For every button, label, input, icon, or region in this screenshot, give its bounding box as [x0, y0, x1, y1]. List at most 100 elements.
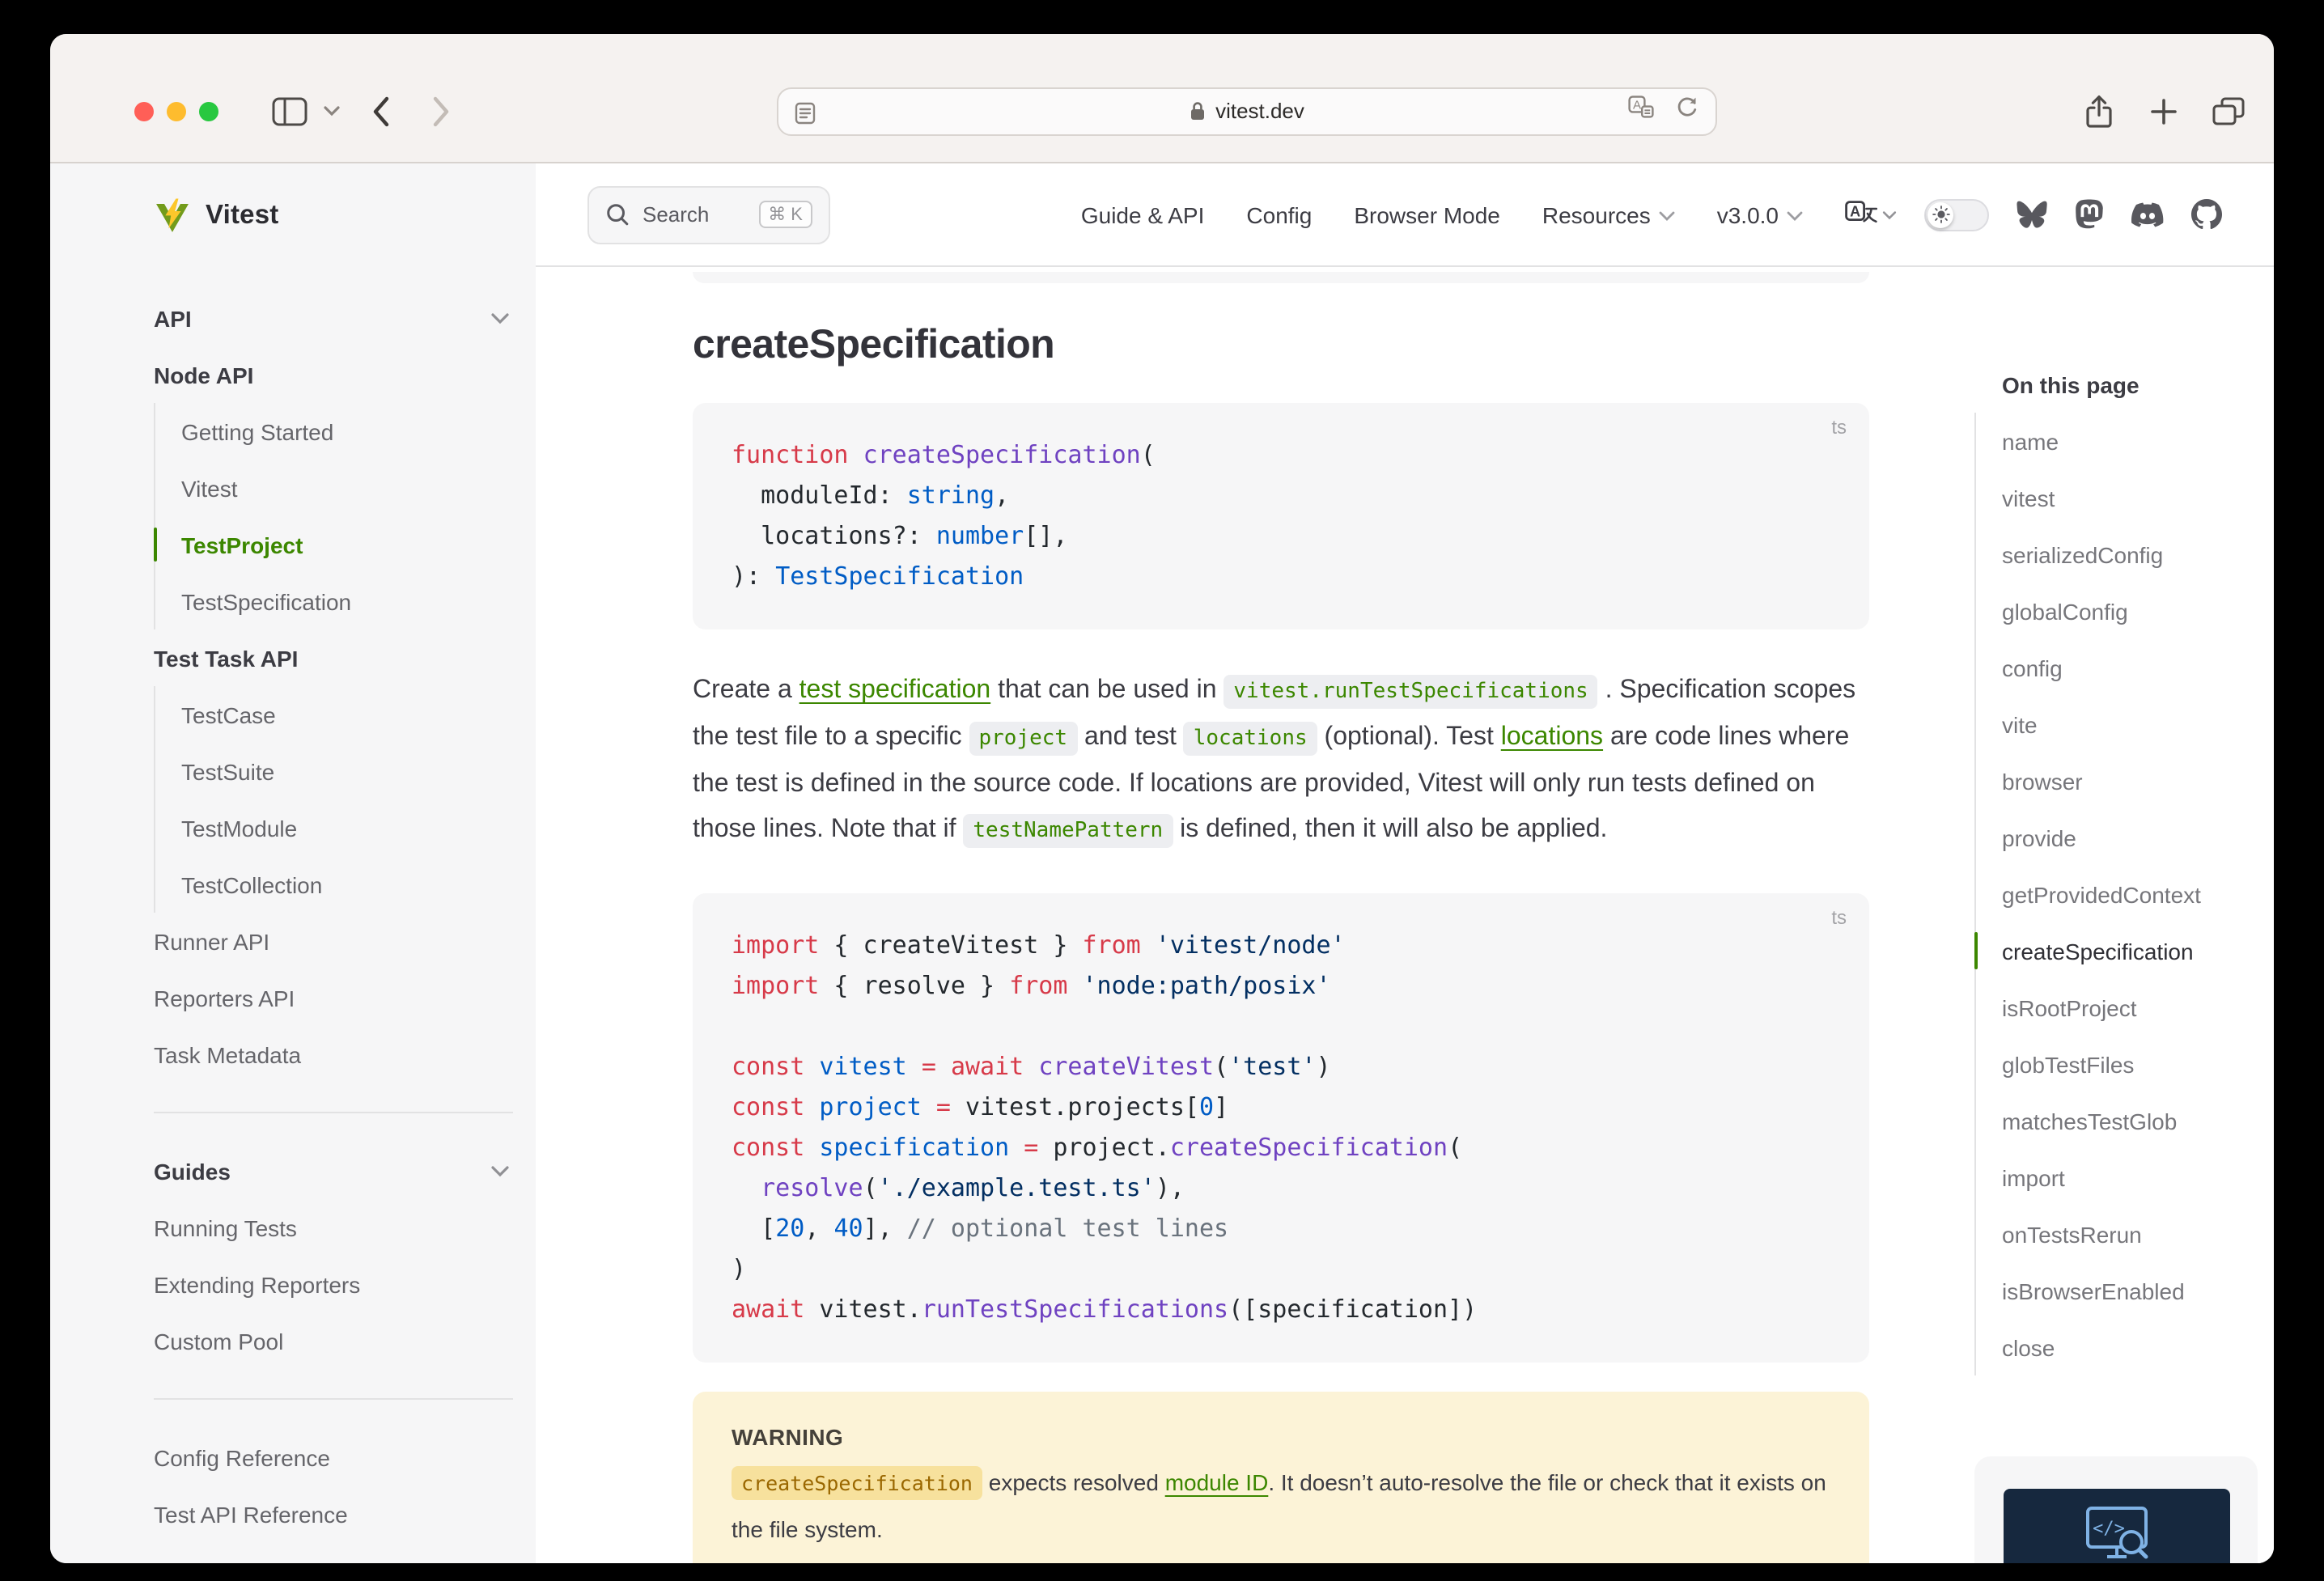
outline-link-import[interactable]: import: [2002, 1149, 2274, 1206]
sidebar-item-testsuite[interactable]: TestSuite: [181, 743, 513, 799]
nav-link-config[interactable]: Config: [1246, 201, 1312, 227]
code-token: resolve: [761, 1173, 863, 1202]
outline-link-provide[interactable]: provide: [2002, 809, 2274, 866]
code-token: './example.test.ts': [878, 1173, 1156, 1202]
inline-code-link[interactable]: testNamePattern: [963, 814, 1173, 848]
sidebar-item-reporters-api[interactable]: Reporters API: [154, 969, 513, 1026]
search-button[interactable]: Search ⌘ K: [587, 185, 830, 244]
close-window-button[interactable]: [134, 101, 154, 121]
sidebar-group-guides[interactable]: Guides: [154, 1142, 513, 1199]
outline-link-browser[interactable]: browser: [2002, 752, 2274, 809]
nav-link-browser-mode[interactable]: Browser Mode: [1354, 201, 1500, 227]
tab-overview-button[interactable]: [2206, 88, 2251, 134]
outline-link-globalconfig[interactable]: globalConfig: [2002, 583, 2274, 639]
address-bar[interactable]: vitest.dev A: [777, 87, 1717, 135]
outline-link-getprovidedcontext[interactable]: getProvidedContext: [2002, 866, 2274, 922]
translations-menu[interactable]: A: [1845, 201, 1897, 228]
code-token: [: [732, 1214, 775, 1243]
outline-link-ontestsrerun[interactable]: onTestsRerun: [2002, 1206, 2274, 1262]
inline-code-link[interactable]: locations: [1184, 722, 1317, 756]
bluesky-link[interactable]: [2017, 201, 2047, 228]
code-token: =: [922, 1052, 936, 1081]
outline-link-close[interactable]: close: [2002, 1319, 2274, 1375]
nav-dropdown-label: Resources: [1542, 201, 1651, 227]
outline-link-isbrowserenabled[interactable]: isBrowserEnabled: [2002, 1262, 2274, 1319]
reload-icon[interactable]: [1675, 95, 1699, 127]
mastodon-link[interactable]: [2075, 199, 2104, 230]
site-logo[interactable]: Vitest: [154, 163, 513, 267]
outline-link-name[interactable]: name: [2002, 413, 2274, 469]
sidebar-nested-list: TestCase TestSuite TestModule TestCollec…: [154, 686, 513, 913]
main-column: Search ⌘ K Guide & API Config Browser Mo…: [536, 163, 2274, 1563]
code-token: [936, 1052, 951, 1081]
discord-link[interactable]: [2131, 201, 2164, 227]
sponsor-card[interactable]: </>: [1974, 1456, 2258, 1563]
theme-toggle[interactable]: [1924, 198, 1989, 231]
minimize-window-button[interactable]: [167, 101, 186, 121]
code-monitor-icon: </>: [2077, 1502, 2155, 1563]
vitest-logo-icon: [154, 197, 191, 234]
inline-code: createSpecification: [732, 1466, 982, 1500]
github-link[interactable]: [2191, 199, 2222, 230]
outline-link-matchestestglob[interactable]: matchesTestGlob: [2002, 1092, 2274, 1149]
sidebar-group-api[interactable]: API: [154, 290, 513, 346]
code-token: { createVitest }: [819, 930, 1082, 960]
forward-button[interactable]: [419, 88, 464, 134]
sidebar-item-testspecification[interactable]: TestSpecification: [181, 573, 513, 629]
code-token: ],: [863, 1214, 907, 1243]
sidebar-toggle-button[interactable]: [267, 88, 312, 134]
sidebar-item-extending-reporters[interactable]: Extending Reporters: [154, 1256, 513, 1312]
inline-link[interactable]: locations: [1501, 723, 1603, 751]
sidebar-section-node-api[interactable]: Node API: [154, 346, 513, 403]
sidebar-nav: API Node API Getting Started Vitest Test…: [154, 267, 513, 1542]
inline-link[interactable]: test specification: [799, 676, 991, 704]
search-icon: [605, 202, 630, 227]
sidebar-item-testcollection[interactable]: TestCollection: [181, 856, 513, 913]
code-token: project: [819, 1092, 921, 1121]
nav-extras: A: [1845, 198, 2222, 231]
warning-title: WARNING: [732, 1418, 1830, 1456]
code-token: [907, 1052, 922, 1081]
sidebar-item-custom-pool[interactable]: Custom Pool: [154, 1312, 513, 1369]
sidebar-item-running-tests[interactable]: Running Tests: [154, 1199, 513, 1256]
reader-icon[interactable]: [795, 101, 816, 132]
outline-link-isrootproject[interactable]: isRootProject: [2002, 979, 2274, 1036]
sidebar-item-getting-started[interactable]: Getting Started: [181, 403, 513, 460]
sidebar-item-test-api-reference[interactable]: Test API Reference: [154, 1486, 513, 1542]
sun-icon: [1932, 206, 1949, 223]
outline-link-vite[interactable]: vite: [2002, 696, 2274, 752]
inline-code-link[interactable]: vitest.runTestSpecifications: [1223, 675, 1597, 709]
sidebar-item-runner-api[interactable]: Runner API: [154, 913, 513, 969]
outline-link-createspecification-active[interactable]: createSpecification: [2002, 922, 2274, 979]
sidebar-item-testmodule[interactable]: TestModule: [181, 799, 513, 856]
code-token: [732, 1173, 761, 1202]
share-button[interactable]: [2076, 88, 2122, 134]
search-shortcut: ⌘ K: [758, 201, 812, 228]
sidebar-item-testproject-active[interactable]: TestProject: [181, 516, 513, 573]
outline-link-vitest[interactable]: vitest: [2002, 469, 2274, 526]
sidebar-item-task-metadata[interactable]: Task Metadata: [154, 1026, 513, 1083]
back-button[interactable]: [358, 88, 403, 134]
divider: [154, 1398, 513, 1400]
nav-link-guide-api[interactable]: Guide & API: [1081, 201, 1205, 227]
code-token: [1067, 971, 1082, 1000]
inline-code-link[interactable]: project: [969, 722, 1078, 756]
translate-icon[interactable]: A: [1628, 95, 1654, 126]
code-token: from: [1083, 930, 1141, 960]
sidebar-item-config-reference[interactable]: Config Reference: [154, 1429, 513, 1486]
outline-link-globtestfiles[interactable]: globTestFiles: [2002, 1036, 2274, 1092]
lock-icon: [1190, 100, 1206, 121]
nav-dropdown-version[interactable]: v3.0.0: [1717, 201, 1803, 227]
tab-group-chevron[interactable]: [316, 105, 348, 117]
code-token: ,: [804, 1214, 833, 1243]
sidebar-item-testcase[interactable]: TestCase: [181, 686, 513, 743]
site-title: Vitest: [206, 200, 278, 231]
new-tab-button[interactable]: [2141, 88, 2186, 134]
zoom-window-button[interactable]: [199, 101, 218, 121]
outline-link-serializedconfig[interactable]: serializedConfig: [2002, 526, 2274, 583]
outline-link-config[interactable]: config: [2002, 639, 2274, 696]
sidebar-item-vitest[interactable]: Vitest: [181, 460, 513, 516]
inline-link[interactable]: module ID: [1165, 1469, 1269, 1495]
nav-dropdown-resources[interactable]: Resources: [1542, 201, 1675, 227]
sidebar-section-test-task-api[interactable]: Test Task API: [154, 629, 513, 686]
